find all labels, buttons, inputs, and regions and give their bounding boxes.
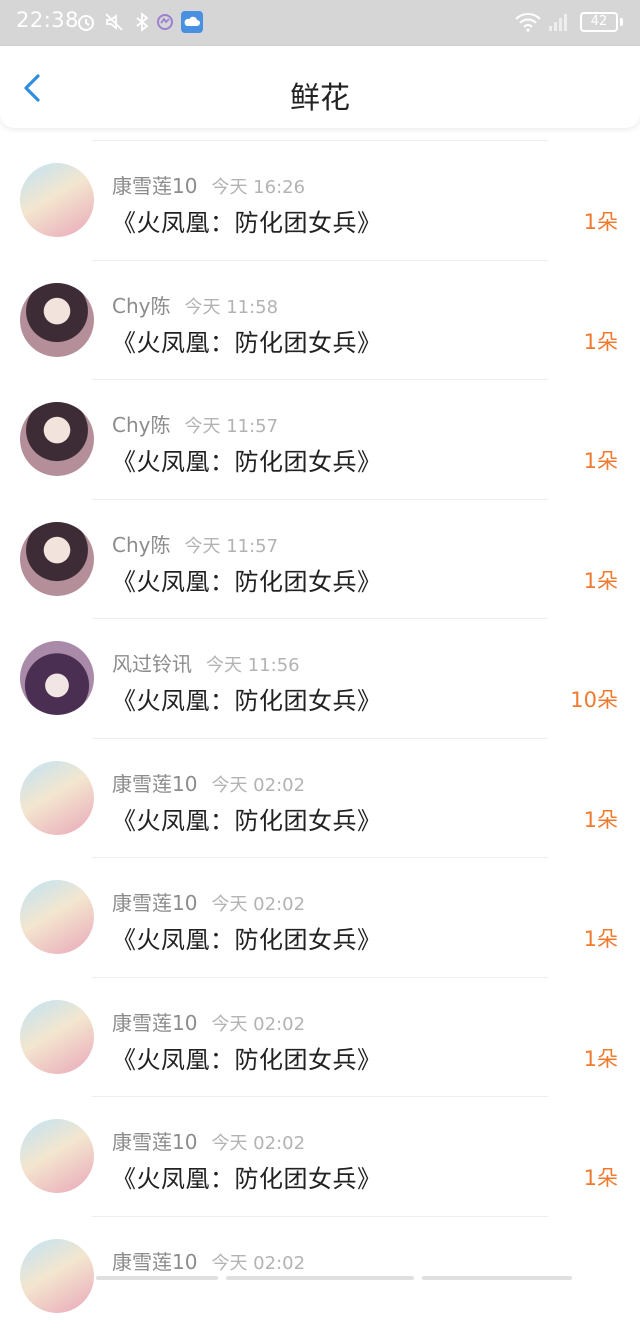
timestamp: 今天 02:02 — [211, 1014, 305, 1035]
battery-icon: 42 — [580, 12, 618, 32]
avatar[interactable] — [20, 880, 94, 954]
avatar[interactable] — [20, 402, 94, 476]
list-item[interactable]: 康雪莲10 今天 16:26 《火凤凰：防化团女兵》 1朵 — [0, 140, 640, 260]
mute-icon — [104, 12, 124, 32]
app-header: 鲜花 — [0, 46, 640, 128]
app-icon — [155, 12, 175, 32]
book-title: 《火凤凰：防化团女兵》 — [112, 1159, 382, 1194]
avatar[interactable] — [20, 163, 94, 237]
scroll-indicator — [0, 1276, 640, 1280]
book-title: 《火凤凰：防化团女兵》 — [112, 203, 382, 238]
book-title: 《火凤凰：防化团女兵》 — [112, 920, 382, 955]
status-time: 22:38 — [16, 8, 79, 32]
username: Chy陈 — [112, 294, 170, 318]
username: 康雪莲10 — [112, 1130, 197, 1154]
list-item[interactable]: Chy陈今天 11:57 《火凤凰：防化团女兵》 1朵 — [0, 499, 640, 619]
avatar[interactable] — [20, 1000, 94, 1074]
avatar[interactable] — [20, 522, 94, 596]
book-title: 《火凤凰：防化团女兵》 — [112, 323, 382, 358]
flower-count: 1朵 — [584, 1162, 618, 1192]
book-title: 《火凤凰：防化团女兵》 — [112, 442, 382, 477]
book-title: 《火凤凰：防化团女兵》 — [112, 1040, 382, 1075]
flower-count: 1朵 — [584, 923, 618, 953]
avatar[interactable] — [20, 641, 94, 715]
wifi-icon — [514, 12, 542, 32]
book-title: 《火凤凰：防化团女兵》 — [112, 562, 382, 597]
flower-count: 1朵 — [584, 565, 618, 595]
timestamp: 今天 02:02 — [211, 1253, 305, 1274]
battery-tip — [620, 18, 623, 26]
flower-count: 1朵 — [584, 206, 618, 236]
timestamp: 今天 02:02 — [211, 1133, 305, 1154]
book-title: 《火凤凰：防化团女兵》 — [112, 801, 382, 836]
avatar[interactable] — [20, 1119, 94, 1193]
cloud-icon — [181, 11, 203, 33]
avatar[interactable] — [20, 283, 94, 357]
list-item[interactable]: 康雪莲10 今天 02:02 《火凤凰：防化团女兵》 1朵 — [0, 1096, 640, 1216]
list-item[interactable]: Chy陈今天 11:58 《火凤凰：防化团女兵》 1朵 — [0, 260, 640, 380]
timestamp: 今天 11:57 — [184, 536, 278, 557]
timestamp: 今天 11:57 — [184, 416, 278, 437]
timestamp: 今天 16:26 — [211, 177, 305, 198]
flower-count: 10朵 — [570, 684, 618, 714]
page-title: 鲜花 — [0, 73, 640, 117]
flower-list: 康雪莲10今天 16:26 《火凤凰：防化团女兵》 1朵 Chy陈今天 11:5… — [0, 140, 640, 1335]
username: 康雪莲10 — [112, 772, 197, 796]
flower-count: 1朵 — [584, 326, 618, 356]
username: Chy陈 — [112, 413, 170, 437]
bluetooth-icon — [132, 12, 152, 32]
flower-count: 1朵 — [584, 445, 618, 475]
username: 康雪莲10 — [112, 1250, 197, 1274]
username: Chy陈 — [112, 533, 170, 557]
list-item[interactable]: Chy陈今天 11:57 《火凤凰：防化团女兵》 1朵 — [0, 379, 640, 499]
list-item[interactable]: 康雪莲10 今天 02:02 《火凤凰：防化团女兵》 1朵 — [0, 738, 640, 858]
flower-count: 1朵 — [584, 1043, 618, 1073]
username: 康雪莲10 — [112, 1011, 197, 1035]
timestamp: 今天 11:58 — [184, 297, 278, 318]
list-item[interactable]: 康雪莲10 今天 02:02 《火凤凰：防化团女兵》 1朵 — [0, 977, 640, 1097]
timestamp: 今天 11:56 — [206, 655, 300, 676]
timestamp: 今天 02:02 — [211, 894, 305, 915]
username: 风过铃讯 — [112, 652, 192, 676]
alarm-icon — [76, 12, 96, 32]
signal-icon — [548, 12, 570, 32]
flower-count: 1朵 — [584, 804, 618, 834]
book-title: 《火凤凰：防化团女兵》 — [112, 681, 382, 716]
avatar[interactable] — [20, 761, 94, 835]
timestamp: 今天 02:02 — [211, 775, 305, 796]
list-item[interactable]: 康雪莲10 今天 02:02 《火凤凰：防化团女兵》 1朵 — [0, 857, 640, 977]
list-item[interactable]: 风过铃讯今天 11:56 《火凤凰：防化团女兵》 10朵 — [0, 618, 640, 738]
username: 康雪莲10 — [112, 891, 197, 915]
username: 康雪莲10 — [112, 174, 197, 198]
status-bar: 22:38 42 — [0, 0, 640, 46]
